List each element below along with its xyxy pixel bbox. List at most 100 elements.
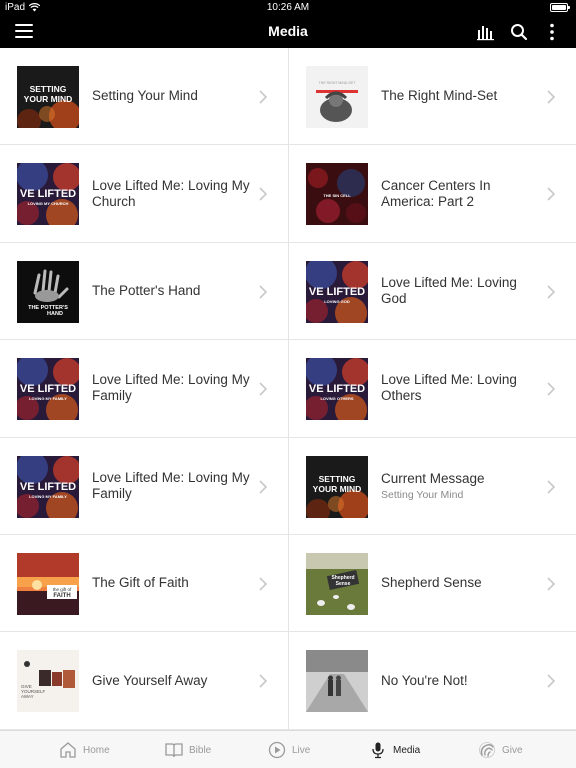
chevron-right-icon — [259, 479, 268, 494]
media-item-title: No You're Not! — [381, 672, 468, 688]
media-item-title: Love Lifted Me: Loving My Family — [92, 469, 250, 501]
media-thumbnail: SETTING YOUR MIND — [17, 66, 79, 128]
media-item[interactable]: GIVE YOURSELF AWAY Give Yourself Away — [0, 632, 288, 730]
give-icon — [479, 742, 495, 758]
tab-live[interactable]: Live — [268, 731, 310, 768]
media-item-title: Current Message — [381, 470, 485, 486]
chevron-right-icon — [547, 479, 556, 494]
svg-text:FAITH: FAITH — [53, 593, 70, 599]
media-item[interactable]: VE LIFTED LOVING OTHERS Love Lifted Me: L… — [289, 340, 576, 438]
svg-text:VE LIFTED: VE LIFTED — [309, 286, 365, 298]
svg-text:THE RIGHT MIND-SET: THE RIGHT MIND-SET — [319, 81, 357, 85]
media-item-title: The Potter's Hand — [92, 282, 201, 298]
media-item-text: Cancer Centers In America: Part 2 — [381, 145, 546, 241]
media-item[interactable]: SETTING YOUR MIND Current Message Setting… — [289, 438, 576, 535]
media-column-right: THE RIGHT MIND-SET The Right Mind-Set TH… — [288, 48, 576, 730]
media-column-left: SETTING YOUR MIND Setting Your Mind VE LI… — [0, 48, 288, 730]
media-item-text: Love Lifted Me: Loving My Church — [92, 145, 257, 241]
media-item[interactable]: VE LIFTED LOVING GOD Love Lifted Me: Lovi… — [289, 243, 576, 341]
media-item-title: Love Lifted Me: Loving My Church — [92, 177, 250, 209]
media-item-text: No You're Not! — [381, 632, 546, 728]
chevron-right-icon — [547, 674, 556, 688]
media-thumbnail: VE LIFTED LOVING MY CHURCH — [17, 163, 79, 226]
tab-label: Live — [292, 744, 311, 756]
more-vertical-icon[interactable] — [542, 22, 562, 42]
media-item-text: Love Lifted Me: Loving My Family — [92, 340, 257, 436]
media-item[interactable]: THE POTTER'S HAND The Potter's Hand — [0, 243, 288, 341]
chevron-right-icon — [259, 577, 268, 591]
svg-text:Sense: Sense — [336, 581, 351, 587]
svg-text:YOUR MIND: YOUR MIND — [313, 484, 362, 494]
media-thumbnail: THE POTTER'S HAND — [17, 260, 79, 323]
media-item[interactable]: No You're Not! — [289, 632, 576, 730]
media-thumbnail: VE LIFTED LOVING MY FAMILY — [17, 358, 79, 421]
svg-text:LOVING MY FAMILY: LOVING MY FAMILY — [29, 494, 67, 499]
tab-home[interactable]: Home — [59, 731, 110, 768]
chevron-right-icon — [259, 382, 268, 396]
svg-text:LOVING MY CHURCH: LOVING MY CHURCH — [28, 201, 69, 206]
media-thumbnail: VE LIFTED LOVING MY FAMILY — [17, 455, 79, 518]
media-thumbnail: GIVE YOURSELF AWAY — [17, 650, 79, 713]
svg-text:VE LIFTED: VE LIFTED — [309, 383, 365, 395]
nav-bar: Media — [0, 16, 576, 48]
media-item-text: Love Lifted Me: Loving God — [381, 243, 546, 339]
battery-icon — [550, 3, 570, 12]
play-circle-icon — [268, 741, 286, 759]
search-icon[interactable] — [509, 22, 529, 42]
media-item-text: The Right Mind-Set — [381, 48, 546, 144]
media-item[interactable]: the gift of FAITH The Gift of Faith — [0, 535, 288, 633]
svg-text:VE LIFTED: VE LIFTED — [20, 481, 76, 493]
chevron-right-icon — [547, 90, 556, 104]
tab-label: Give — [502, 744, 523, 756]
tab-bible[interactable]: Bible — [165, 731, 211, 768]
media-thumbnail: THE RIGHT MIND-SET — [306, 66, 368, 128]
equalizer-icon[interactable] — [476, 22, 496, 42]
media-item-subtitle: Setting Your Mind — [381, 488, 464, 501]
microphone-icon — [372, 742, 384, 759]
media-item-text: The Gift of Faith — [92, 535, 257, 631]
chevron-right-icon — [547, 577, 556, 591]
chevron-right-icon — [259, 187, 268, 201]
media-item-title: Love Lifted Me: Loving My Family — [92, 372, 250, 404]
media-item-title: Give Yourself Away — [92, 672, 208, 688]
media-item[interactable]: VE LIFTED LOVING MY CHURCH Love Lifted Me… — [0, 145, 288, 243]
media-item-title: The Right Mind-Set — [381, 88, 498, 104]
tab-media[interactable]: Media — [369, 731, 420, 768]
media-thumbnail: Shepherd Sense — [306, 552, 368, 615]
media-item-text: The Potter's Hand — [92, 243, 257, 339]
chevron-right-icon — [259, 285, 268, 299]
chevron-right-icon — [547, 382, 556, 396]
book-icon — [165, 743, 183, 758]
tab-label: Home — [83, 744, 110, 756]
media-thumbnail: the gift of FAITH — [17, 552, 79, 615]
svg-text:LOVING MY FAMILY: LOVING MY FAMILY — [29, 396, 67, 401]
media-item[interactable]: VE LIFTED LOVING MY FAMILY Love Lifted Me… — [0, 340, 288, 438]
media-item-text: Give Yourself Away — [92, 632, 257, 728]
status-time: 10:26 AM — [266, 2, 310, 13]
media-item[interactable]: Shepherd Sense Shepherd Sense — [289, 535, 576, 633]
tab-give[interactable]: Give — [478, 731, 523, 768]
tab-label: Media — [393, 744, 421, 756]
home-icon — [60, 742, 76, 758]
media-item[interactable]: THE RIGHT MIND-SET The Right Mind-Set — [289, 48, 576, 146]
media-item[interactable]: SETTING YOUR MIND Setting Your Mind — [0, 48, 288, 146]
chevron-right-icon — [259, 90, 268, 104]
media-item-title: Shepherd Sense — [381, 575, 482, 591]
svg-text:VE LIFTED: VE LIFTED — [20, 188, 76, 200]
media-item-text: Love Lifted Me: Loving My Family — [92, 438, 257, 534]
media-item-text: Love Lifted Me: Loving Others — [381, 340, 546, 436]
media-item-title: The Gift of Faith — [92, 575, 189, 591]
media-thumbnail: VE LIFTED LOVING OTHERS — [306, 358, 368, 421]
svg-text:HAND: HAND — [47, 311, 63, 317]
app-root: iPad 10:26 AM Media SETTING YOUR MIND Se… — [0, 0, 576, 768]
media-item[interactable]: THE SIN CELL Cancer Centers In America: … — [289, 145, 576, 243]
media-item-text: Shepherd Sense — [381, 535, 546, 631]
media-item-title: Love Lifted Me: Loving God — [381, 274, 517, 306]
media-item-title: Setting Your Mind — [92, 88, 198, 104]
media-thumbnail: THE SIN CELL — [306, 163, 368, 226]
svg-text:AWAY: AWAY — [21, 694, 34, 699]
media-item[interactable]: VE LIFTED LOVING MY FAMILY Love Lifted Me… — [0, 438, 288, 535]
svg-text:SETTING: SETTING — [30, 84, 67, 94]
svg-text:VE LIFTED: VE LIFTED — [20, 383, 76, 395]
svg-text:LOVING GOD: LOVING GOD — [324, 299, 350, 304]
